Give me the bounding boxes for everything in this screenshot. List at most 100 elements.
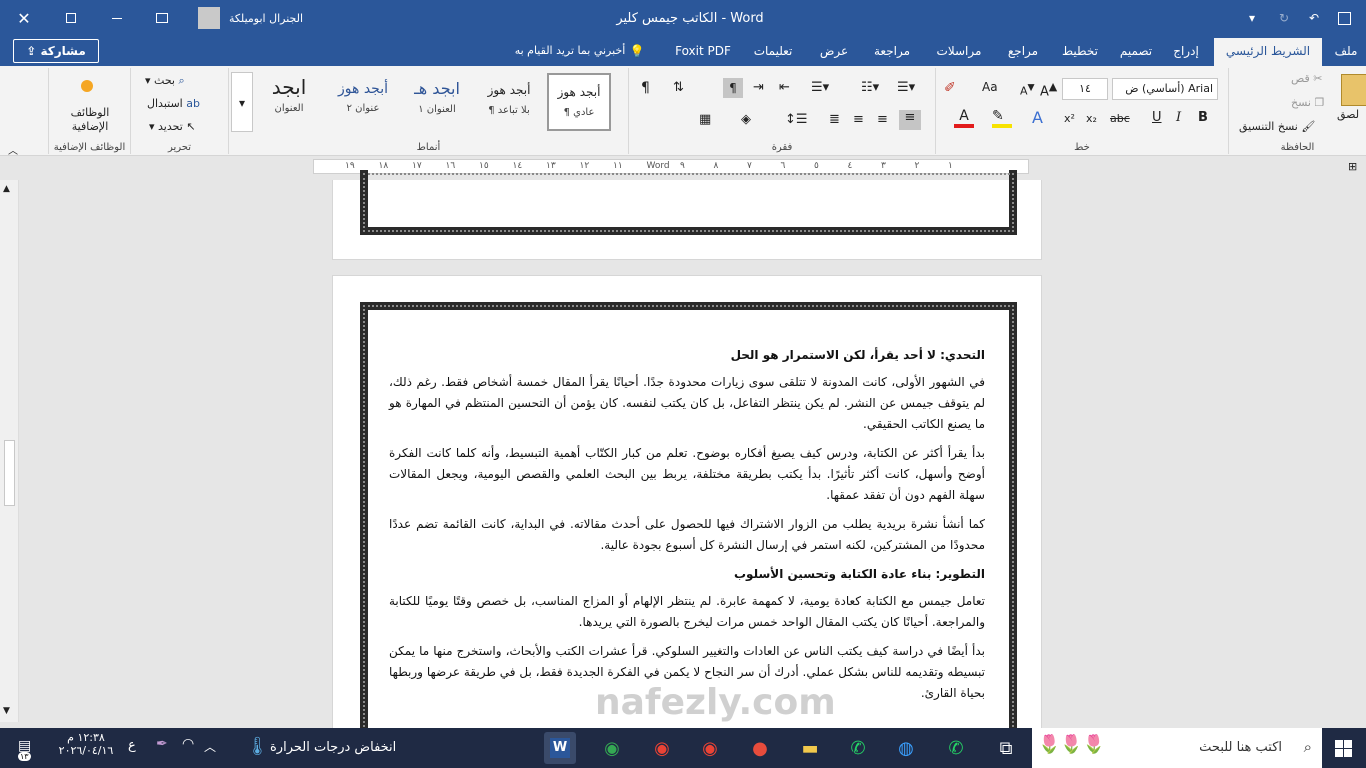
avatar[interactable] bbox=[196, 0, 222, 36]
maximize-button[interactable] bbox=[48, 0, 94, 36]
weather-text[interactable]: انخفاض درجات الحرارة bbox=[270, 740, 396, 755]
style-normal[interactable]: أبجد هوز ¶ عادي bbox=[547, 73, 611, 131]
styles-scroll-button[interactable]: ▾ bbox=[231, 72, 253, 132]
increase-indent-icon[interactable]: ⇥ bbox=[753, 80, 764, 95]
pen-icon[interactable]: ✒ bbox=[156, 736, 168, 752]
change-case-button[interactable]: Aa bbox=[982, 80, 998, 94]
font-color-icon[interactable]: A bbox=[954, 108, 974, 128]
clear-formatting-icon[interactable]: ✐ bbox=[944, 80, 956, 96]
bold-button[interactable]: B bbox=[1198, 110, 1208, 125]
copy-button[interactable]: نسخ ❐ bbox=[1291, 96, 1324, 109]
document-body[interactable]: التحدي: لا أحد يقرأ، لكن الاستمرار هو ال… bbox=[389, 345, 985, 712]
format-painter-button[interactable]: نسخ التنسيق 🖌 bbox=[1239, 120, 1315, 133]
scroll-up-icon[interactable]: ▲ bbox=[3, 184, 10, 194]
tab-file[interactable]: ملف bbox=[1326, 36, 1366, 66]
rtl-direction-button[interactable]: ¶ bbox=[723, 78, 743, 98]
scissors-icon: ✂ bbox=[1313, 72, 1323, 85]
style-name: ¶ عادي bbox=[563, 107, 595, 118]
tab-insert[interactable]: إدراج bbox=[1164, 36, 1208, 66]
text-effects-icon[interactable]: A bbox=[1032, 108, 1043, 127]
word-app[interactable]: W bbox=[544, 732, 576, 764]
language-indicator[interactable]: ع bbox=[128, 738, 136, 753]
numbering-icon[interactable]: ☷▾ bbox=[861, 80, 879, 95]
style-title[interactable]: ابجد العنوان bbox=[257, 73, 321, 131]
chevron-up-icon[interactable]: ︿ bbox=[204, 738, 216, 755]
chrome-app[interactable]: ◉ bbox=[694, 732, 726, 764]
tab-home[interactable]: الشريط الرئيسي bbox=[1214, 38, 1322, 66]
tab-help[interactable]: تعليمات bbox=[744, 36, 802, 66]
shrink-font-icon[interactable]: A▼ bbox=[1020, 82, 1035, 98]
whatsapp-app[interactable]: ✆ bbox=[940, 732, 972, 764]
replace-label: استبدال bbox=[147, 97, 183, 110]
chrome-app-2[interactable]: ◉ bbox=[646, 732, 678, 764]
taskbar-search[interactable]: ⌕ اكتب هنا للبحث 🌷🌷🌷 bbox=[1032, 728, 1322, 768]
subscript-button[interactable]: x₂ bbox=[1086, 112, 1097, 125]
share-button[interactable]: ⇪ مشاركة bbox=[13, 39, 99, 63]
highlight-icon[interactable]: ✎ bbox=[992, 108, 1012, 128]
user-name[interactable]: الجنرال ابوميلكة bbox=[226, 0, 306, 36]
scroll-down-icon[interactable]: ▼ bbox=[3, 706, 10, 716]
sort-icon[interactable]: ⇅ bbox=[673, 80, 684, 95]
style-heading-2[interactable]: أبجد هوز عنوان ٢ bbox=[331, 73, 395, 131]
scrollbar-thumb[interactable] bbox=[4, 440, 15, 506]
replace-button[interactable]: استبدال ab bbox=[147, 97, 200, 110]
font-size-select[interactable]: ١٤ bbox=[1062, 78, 1108, 100]
decrease-indent-icon[interactable]: ⇤ bbox=[779, 80, 790, 95]
style-no-spacing[interactable]: أبجد هوز ¶ بلا تباعد bbox=[477, 73, 541, 131]
line-spacing-icon[interactable]: ↕☰ bbox=[785, 112, 808, 127]
cut-button[interactable]: قص ✂ bbox=[1291, 72, 1322, 85]
bullets-icon[interactable]: ☰▾ bbox=[897, 80, 915, 95]
undo-button[interactable]: ↶ bbox=[1300, 0, 1328, 36]
addins-button[interactable]: الوظائف الإضافية bbox=[55, 106, 125, 134]
grow-font-icon[interactable]: A▲ bbox=[1040, 80, 1057, 99]
view-ruler-icon[interactable]: ⊞ bbox=[1348, 160, 1357, 173]
save-button[interactable] bbox=[1330, 0, 1358, 36]
file-explorer-app[interactable]: ▬ bbox=[794, 732, 826, 764]
edge-app[interactable]: ◍ bbox=[890, 732, 922, 764]
tab-layout[interactable]: تخطيط bbox=[1054, 36, 1106, 66]
whatsapp-app-2[interactable]: ✆ bbox=[842, 732, 874, 764]
align-left-icon[interactable]: ≡ bbox=[853, 112, 864, 127]
shading-icon[interactable]: ◈ bbox=[741, 112, 751, 127]
find-button[interactable]: ▾ بحث ⌕ bbox=[145, 74, 185, 88]
collapse-ribbon-button[interactable]: ︿ bbox=[8, 142, 18, 157]
center-icon[interactable]: ≡ bbox=[877, 112, 888, 127]
task-view-button[interactable]: ⧉ bbox=[990, 732, 1022, 764]
customize-qat-button[interactable]: ▾ bbox=[1240, 0, 1264, 36]
recorder-app[interactable]: ● bbox=[744, 732, 776, 764]
tell-me-search[interactable]: أخبرني بما تريد القيام به bbox=[490, 36, 650, 66]
tab-design[interactable]: تصميم bbox=[1112, 36, 1160, 66]
tab-review[interactable]: مراجعة bbox=[864, 36, 920, 66]
paste-button[interactable]: لصق bbox=[1337, 108, 1359, 121]
align-right-button[interactable]: ≡ bbox=[899, 110, 921, 130]
tab-view[interactable]: عرض bbox=[810, 36, 858, 66]
ribbon-display-options-button[interactable] bbox=[140, 0, 184, 36]
find-label: بحث bbox=[154, 74, 175, 87]
redo-button[interactable]: ↻ bbox=[1270, 0, 1298, 36]
tab-foxit-pdf[interactable]: Foxit PDF bbox=[668, 36, 738, 66]
minimize-button[interactable] bbox=[94, 0, 140, 36]
font-name-select[interactable]: Arial (أساسي) ض bbox=[1112, 78, 1218, 100]
wifi-icon[interactable]: ◠ bbox=[182, 736, 194, 752]
style-heading-1[interactable]: ابجد هـ العنوان ١ bbox=[405, 73, 469, 131]
borders-icon[interactable]: ▦ bbox=[699, 112, 711, 127]
select-button[interactable]: ▾ تحديد ↖ bbox=[149, 120, 196, 133]
clock[interactable]: ١٢:٣٨ م ٢٠٢٦/٠٤/١٦ bbox=[56, 731, 116, 757]
strikethrough-button[interactable]: abc bbox=[1110, 112, 1130, 125]
close-button[interactable]: ✕ bbox=[0, 0, 48, 36]
ribbon-display-icon bbox=[156, 13, 168, 23]
justify-icon[interactable]: ≣ bbox=[829, 112, 840, 127]
vertical-scrollbar[interactable]: ▲ ▼ bbox=[0, 180, 19, 722]
record-icon: ● bbox=[752, 737, 768, 759]
tab-references[interactable]: مراجع bbox=[998, 36, 1048, 66]
tab-mailings[interactable]: مراسلات bbox=[926, 36, 992, 66]
superscript-button[interactable]: x² bbox=[1064, 112, 1075, 125]
chrome-app-3[interactable]: ◉ bbox=[596, 732, 628, 764]
underline-button[interactable]: U bbox=[1152, 110, 1162, 125]
show-marks-icon[interactable]: ¶ bbox=[641, 80, 650, 96]
document-page[interactable] bbox=[332, 170, 1042, 260]
multilevel-list-icon[interactable]: ☰▾ bbox=[811, 80, 829, 95]
start-button[interactable] bbox=[1327, 732, 1359, 764]
paste-icon[interactable] bbox=[1341, 74, 1366, 106]
italic-button[interactable]: I bbox=[1176, 110, 1181, 125]
